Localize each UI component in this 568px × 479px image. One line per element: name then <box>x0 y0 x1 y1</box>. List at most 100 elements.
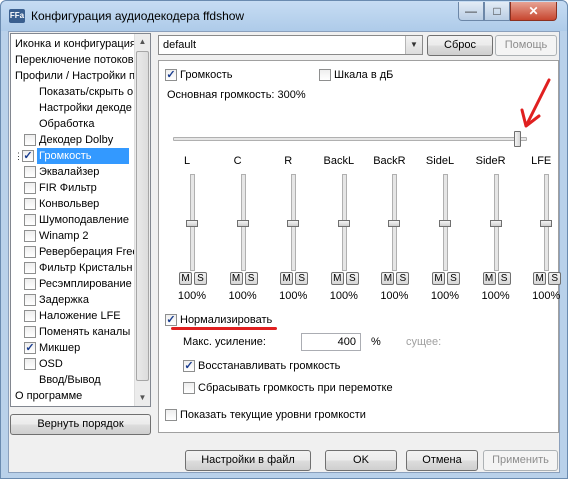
tree-item-equalizer[interactable]: Эквалайзер <box>24 164 99 180</box>
tree-item-icon-config[interactable]: Иконка и конфигурация <box>15 36 136 52</box>
help-button[interactable]: Помощь <box>495 35 557 56</box>
tree-item-decoder-settings[interactable]: Настройки декоде <box>39 100 132 116</box>
tree-checkbox[interactable] <box>24 358 36 370</box>
solo-button[interactable]: S <box>396 272 410 285</box>
reset-on-seek-checkbox[interactable] <box>183 382 195 394</box>
close-button[interactable]: ✕ <box>510 2 557 21</box>
tree-item-show-hide[interactable]: Показать/скрыть о <box>39 84 133 100</box>
tree-item-osd[interactable]: OSD <box>24 356 63 372</box>
tree-item-label: Задержка <box>39 294 89 306</box>
tree-item-about[interactable]: О программе <box>15 388 82 404</box>
tree-item-profiles[interactable]: Профили / Настройки п <box>15 68 135 84</box>
mute-button[interactable]: M <box>432 272 445 285</box>
tree-checkbox[interactable]: ✓ <box>24 342 36 354</box>
channel-volume-thumb[interactable] <box>287 219 300 227</box>
scroll-down-icon[interactable]: ▼ <box>135 390 150 406</box>
normalize-row[interactable]: ✓ Нормализировать <box>165 313 272 327</box>
minimize-button[interactable]: — <box>458 2 484 21</box>
mute-button[interactable]: M <box>229 272 243 285</box>
tree-checkbox[interactable] <box>24 326 36 338</box>
normalize-checkbox[interactable]: ✓ <box>165 314 177 326</box>
tree-checkbox[interactable] <box>24 166 36 178</box>
settings-tree[interactable]: Иконка и конфигурация Переключение поток… <box>10 33 151 407</box>
scroll-thumb[interactable] <box>136 51 149 381</box>
tree-item-reverb[interactable]: Реверберация Free <box>24 244 139 260</box>
tree-item-label: Ресэмплирование <box>39 278 132 290</box>
restore-volume-checkbox[interactable]: ✓ <box>183 360 195 372</box>
mute-button[interactable]: M <box>482 272 496 285</box>
show-levels-checkbox[interactable] <box>165 409 177 421</box>
tree-checkbox[interactable] <box>24 294 36 306</box>
tree-checkbox[interactable] <box>24 134 36 146</box>
tree-item-fir[interactable]: FIR Фильтр <box>24 180 97 196</box>
master-volume-thumb[interactable] <box>514 131 521 147</box>
mute-button[interactable]: M <box>179 272 192 285</box>
db-scale-checkbox[interactable] <box>319 69 331 81</box>
title-bar[interactable]: FFa Конфигурация аудиодекодера ffdshow —… <box>1 1 567 31</box>
apply-button[interactable]: Применить <box>483 450 558 471</box>
tree-item-mixer[interactable]: ✓ Микшер <box>24 340 80 356</box>
tree-item-dolby[interactable]: Декодер Dolby <box>24 132 113 148</box>
solo-button[interactable]: S <box>548 272 562 285</box>
chevron-down-icon[interactable]: ▼ <box>405 36 422 54</box>
tree-item-volume[interactable]: ⋮✓ Громкость <box>14 148 129 164</box>
tree-item-delay[interactable]: Задержка <box>24 292 89 308</box>
db-scale-row[interactable]: Шкала в дБ <box>319 68 393 82</box>
tree-item-swap-channels[interactable]: Поменять каналы м <box>24 324 141 340</box>
tree-checkbox[interactable] <box>24 198 36 210</box>
tree-item-io[interactable]: Ввод/Вывод <box>39 372 101 388</box>
tree-checkbox[interactable]: ✓ <box>22 150 34 162</box>
mute-button[interactable]: M <box>280 272 294 285</box>
tree-item-crystal[interactable]: Фильтр Кристальн <box>24 260 132 276</box>
solo-button[interactable]: S <box>497 272 511 285</box>
restore-volume-row[interactable]: ✓ Восстанавливать громкость <box>183 359 340 373</box>
solo-button[interactable]: S <box>447 272 460 285</box>
tree-item-winamp[interactable]: Winamp 2 <box>24 228 89 244</box>
tree-item-lfe-overlay[interactable]: Наложение LFE <box>24 308 121 324</box>
channel-volume-thumb[interactable] <box>337 219 350 227</box>
reset-order-button[interactable]: Вернуть порядок <box>10 414 151 435</box>
channel-volume-thumb[interactable] <box>439 219 451 227</box>
solo-button[interactable]: S <box>244 272 258 285</box>
mute-button[interactable]: M <box>330 272 344 285</box>
tree-item-processing[interactable]: Обработка <box>39 116 94 132</box>
tree-item-noise-reduction[interactable]: Шумоподавление <box>24 212 129 228</box>
solo-button[interactable]: S <box>194 272 207 285</box>
channel-volume-thumb[interactable] <box>540 219 553 227</box>
channel-volume-thumb[interactable] <box>236 219 249 227</box>
maximize-button[interactable]: □ <box>484 2 510 21</box>
save-to-file-button[interactable]: Настройки в файл <box>185 450 311 471</box>
channel-label: BackL <box>323 155 355 167</box>
master-volume-track[interactable] <box>173 137 527 141</box>
show-levels-row[interactable]: Показать текущие уровни громкости <box>165 408 366 422</box>
channel-volume-thumb[interactable] <box>388 219 401 227</box>
tree-item-stream-switch[interactable]: Переключение потоков <box>15 52 134 68</box>
tree-checkbox[interactable] <box>24 182 36 194</box>
reset-on-seek-row[interactable]: Сбрасывать громкость при перемотке <box>183 381 393 395</box>
mute-button[interactable]: M <box>533 272 547 285</box>
tree-item-resample[interactable]: Ресэмплирование <box>24 276 132 292</box>
tree-checkbox[interactable] <box>24 310 36 322</box>
channel-volume-thumb[interactable] <box>489 219 502 227</box>
mute-button[interactable]: M <box>381 272 395 285</box>
tree-checkbox[interactable] <box>24 214 36 226</box>
tree-checkbox[interactable] <box>24 230 36 242</box>
tree-checkbox[interactable] <box>24 246 36 258</box>
channel-label: C <box>233 155 242 167</box>
tree-checkbox[interactable] <box>24 262 36 274</box>
profile-select[interactable]: default ▼ <box>158 35 423 55</box>
solo-button[interactable]: S <box>345 272 359 285</box>
tree-scrollbar[interactable]: ▲ ▼ <box>134 34 150 406</box>
scroll-up-icon[interactable]: ▲ <box>135 34 150 50</box>
reset-button[interactable]: Сброс <box>427 35 493 56</box>
channel-label: R <box>284 155 293 167</box>
tree-checkbox[interactable] <box>24 278 36 290</box>
cancel-button[interactable]: Отмена <box>406 450 478 471</box>
solo-button[interactable]: S <box>295 272 309 285</box>
ok-button[interactable]: OK <box>325 450 397 471</box>
tree-item-convolver[interactable]: Конвольвер <box>24 196 99 212</box>
channel-volume-thumb[interactable] <box>186 219 198 227</box>
volume-enable-row[interactable]: ✓ Громкость <box>165 68 232 82</box>
max-gain-input[interactable]: 400 <box>301 333 361 351</box>
volume-enable-checkbox[interactable]: ✓ <box>165 69 177 81</box>
